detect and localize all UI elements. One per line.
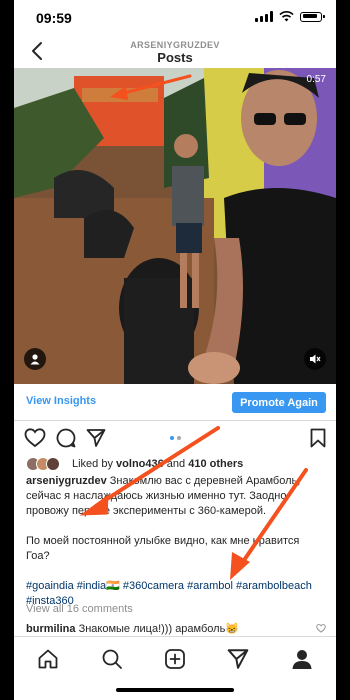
video-frame-image xyxy=(14,68,336,384)
likes-user[interactable]: volno436 xyxy=(116,458,164,470)
header: ARSENIYGRUZDEV Posts xyxy=(14,36,336,68)
liker-avatars xyxy=(26,457,66,471)
post-video[interactable]: 0:57 xyxy=(14,68,336,384)
profile-icon[interactable] xyxy=(290,647,314,671)
avatar xyxy=(46,457,60,471)
promote-again-button[interactable]: Promote Again xyxy=(232,392,326,413)
caption-question: По моей постоянной улыбке видно, как мне… xyxy=(26,535,300,562)
post-caption: arseniygruzdev Знакомлю вас с деревней А… xyxy=(26,474,324,624)
like-heart-icon[interactable] xyxy=(24,428,46,448)
bottom-tab-bar xyxy=(14,636,336,681)
comment-row: burmilina Знакомые лица!))) арамболь😸 xyxy=(26,622,326,635)
caption-username[interactable]: arseniygruzdev xyxy=(26,475,107,487)
user-tag-icon[interactable] xyxy=(24,348,46,370)
status-bar: 09:59 xyxy=(14,0,336,36)
view-insights-link[interactable]: View Insights xyxy=(26,395,96,407)
comment-icon[interactable] xyxy=(56,428,76,448)
status-icons xyxy=(255,11,325,22)
carousel-dots xyxy=(170,436,181,440)
likes-prefix: Liked by xyxy=(72,458,113,470)
likes-others[interactable]: 410 others xyxy=(188,458,243,470)
post-actions xyxy=(14,422,336,454)
comment-like-icon[interactable] xyxy=(316,624,326,633)
activity-icon[interactable] xyxy=(226,647,250,671)
search-icon[interactable] xyxy=(100,647,124,671)
wifi-icon xyxy=(279,11,294,22)
likes-and: and xyxy=(166,458,186,470)
home-icon[interactable] xyxy=(36,647,60,671)
likes-row[interactable]: Liked by volno436 and 410 others xyxy=(26,456,243,472)
battery-icon xyxy=(300,11,325,22)
signal-icon xyxy=(255,11,273,22)
phone-screen: 09:59 ARSENIYGRUZDEV Posts 0:57 View Ins… xyxy=(14,0,336,700)
insights-bar: View Insights Promote Again xyxy=(14,384,336,421)
video-duration: 0:57 xyxy=(306,74,326,85)
new-post-icon[interactable] xyxy=(163,647,187,671)
comment-username[interactable]: burmilina xyxy=(26,623,76,635)
header-username: ARSENIYGRUZDEV xyxy=(130,40,220,50)
bookmark-icon[interactable] xyxy=(310,428,326,448)
page-title: Posts xyxy=(157,50,193,65)
home-indicator xyxy=(116,688,234,692)
view-all-comments-link[interactable]: View all 16 comments xyxy=(26,603,133,615)
status-time: 09:59 xyxy=(36,10,72,26)
mute-icon[interactable] xyxy=(304,348,326,370)
comment-text: Знакомые лица!))) арамболь😸 xyxy=(78,623,240,635)
share-icon[interactable] xyxy=(86,428,106,448)
